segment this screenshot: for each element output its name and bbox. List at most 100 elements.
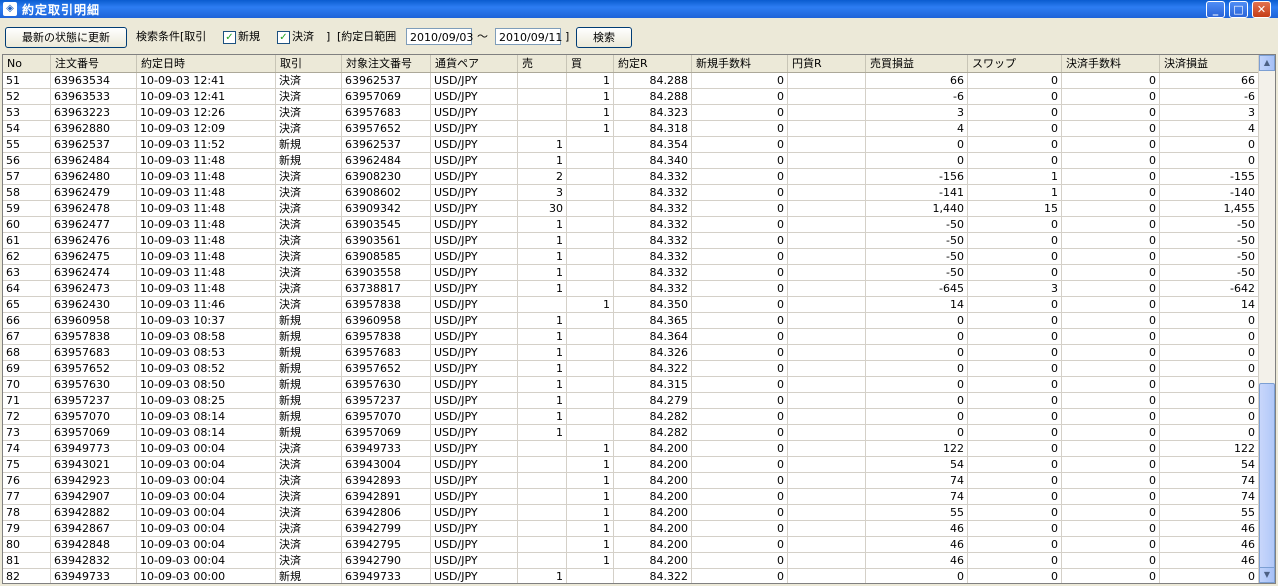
cell-col-trade-type: 決済 xyxy=(276,169,342,185)
trade-grid[interactable]: No 注文番号 約定日時 取引 対象注文番号 通貨ペア売買約定R 新規手数料 円貨R 売買損益ス… xyxy=(2,54,1276,584)
table-row[interactable]: 75 63943021 10-09-03 00:04 決済 63943004 USD/JP… xyxy=(3,457,1261,473)
table-row[interactable]: 63 63962474 10-09-03 11:48 決済 63903558 USD/JP… xyxy=(3,265,1261,281)
table-row[interactable]: 60 63962477 10-09-03 11:48 決済 63903545 USD/JP… xyxy=(3,217,1261,233)
cell-col-sell xyxy=(518,441,567,457)
date-to-input[interactable]: 2010/09/11 xyxy=(495,28,562,45)
cell-col-order-no: 63942923 xyxy=(51,473,137,489)
cell-col-order-no: 63962478 xyxy=(51,201,137,217)
cell-col-new-fee: 0 xyxy=(692,121,788,137)
cell-col-exec-rate: 84.282 xyxy=(614,409,692,425)
cell-col-exec-time: 10-09-03 08:53 xyxy=(137,345,276,361)
cell-col-trade-pl: 46 xyxy=(866,553,968,569)
table-row[interactable]: 59 63962478 10-09-03 11:48 決済 63909342 USD/JP… xyxy=(3,201,1261,217)
cell-col-new-fee: 0 xyxy=(692,137,788,153)
maximize-button[interactable]: □ xyxy=(1229,1,1248,18)
table-row[interactable]: 80 63942848 10-09-03 00:04 決済 63942795 USD/JP… xyxy=(3,537,1261,553)
header-col-yen-rate[interactable]: 円貨R xyxy=(788,55,866,72)
cell-col-settle-fee: 0 xyxy=(1062,233,1160,249)
arrow-up-icon: ▲ xyxy=(1263,58,1271,67)
table-row[interactable]: 77 63942907 10-09-03 00:04 決済 63942891 USD/JP… xyxy=(3,489,1261,505)
table-row[interactable]: 74 63949773 10-09-03 00:04 決済 63949733 USD/JP… xyxy=(3,441,1261,457)
table-row[interactable]: 82 63949733 10-09-03 00:00 新規 63949733 USD/JP… xyxy=(3,569,1261,583)
table-row[interactable]: 61 63962476 10-09-03 11:48 決済 63903561 USD/JP… xyxy=(3,233,1261,249)
table-row[interactable]: 73 63957069 10-09-03 08:14 新規 63957069 USD/JP… xyxy=(3,425,1261,441)
header-col-no[interactable]: No xyxy=(3,55,51,72)
cell-col-swap: 15 xyxy=(968,201,1062,217)
table-row[interactable]: 79 63942867 10-09-03 00:04 決済 63942799 USD/JP… xyxy=(3,521,1261,537)
cell-col-exec-rate: 84.323 xyxy=(614,105,692,121)
date-from-input[interactable]: 2010/09/03 xyxy=(406,28,473,45)
table-row[interactable]: 55 63962537 10-09-03 11:52 新規 63962537 USD/JP… xyxy=(3,137,1261,153)
cell-col-currency-pair: USD/JPY xyxy=(431,489,518,505)
table-row[interactable]: 78 63942882 10-09-03 00:04 決済 63942806 USD/JP… xyxy=(3,505,1261,521)
vertical-scrollbar[interactable]: ▲ ▼ xyxy=(1258,55,1275,583)
scroll-down-button[interactable]: ▼ xyxy=(1259,567,1275,583)
header-col-settle-pl[interactable]: 決済損益 xyxy=(1160,55,1259,72)
table-row[interactable]: 81 63942832 10-09-03 00:04 決済 63942790 USD/JP… xyxy=(3,553,1261,569)
header-col-trade-type[interactable]: 取引 xyxy=(276,55,342,72)
header-col-currency-pair[interactable]: 通貨ペア xyxy=(431,55,518,72)
table-row[interactable]: 64 63962473 10-09-03 11:48 決済 63738817 USD/JP… xyxy=(3,281,1261,297)
table-row[interactable]: 65 63962430 10-09-03 11:46 決済 63957838 USD/JP… xyxy=(3,297,1261,313)
table-row[interactable]: 68 63957683 10-09-03 08:53 新規 63957683 USD/JP… xyxy=(3,345,1261,361)
table-row[interactable]: 66 63960958 10-09-03 10:37 新規 63960958 USD/JP… xyxy=(3,313,1261,329)
cell-col-yen-rate xyxy=(788,569,866,583)
header-col-target-order[interactable]: 対象注文番号 xyxy=(342,55,431,72)
scroll-thumb[interactable] xyxy=(1259,383,1275,577)
table-row[interactable]: 52 63963533 10-09-03 12:41 決済 63957069 USD/JP… xyxy=(3,89,1261,105)
cell-col-trade-type: 決済 xyxy=(276,553,342,569)
table-row[interactable]: 67 63957838 10-09-03 08:58 新規 63957838 USD/JP… xyxy=(3,329,1261,345)
table-row[interactable]: 57 63962480 10-09-03 11:48 決済 63908230 USD/JP… xyxy=(3,169,1261,185)
table-row[interactable]: 72 63957070 10-09-03 08:14 新規 63957070 USD/JP… xyxy=(3,409,1261,425)
cell-col-trade-type: 決済 xyxy=(276,473,342,489)
header-col-exec-rate[interactable]: 約定R xyxy=(614,55,692,72)
new-checkbox[interactable]: ✓ xyxy=(223,31,236,44)
header-col-exec-time[interactable]: 約定日時 xyxy=(137,55,276,72)
header-col-settle-fee[interactable]: 決済手数料 xyxy=(1062,55,1160,72)
settle-checkbox-label[interactable]: 決済 xyxy=(292,27,314,46)
cell-col-new-fee: 0 xyxy=(692,553,788,569)
header-col-buy[interactable]: 買 xyxy=(567,55,614,72)
cell-col-swap: 0 xyxy=(968,393,1062,409)
cell-col-currency-pair: USD/JPY xyxy=(431,569,518,583)
close-button[interactable]: ✕ xyxy=(1252,1,1271,18)
scroll-up-button[interactable]: ▲ xyxy=(1259,55,1275,71)
cell-col-settle-fee: 0 xyxy=(1062,265,1160,281)
header-col-order-no[interactable]: 注文番号 xyxy=(51,55,137,72)
table-row[interactable]: 56 63962484 10-09-03 11:48 新規 63962484 USD/JP… xyxy=(3,153,1261,169)
cell-col-currency-pair: USD/JPY xyxy=(431,249,518,265)
table-row[interactable]: 58 63962479 10-09-03 11:48 決済 63908602 USD/JP… xyxy=(3,185,1261,201)
cell-col-settle-pl: 46 xyxy=(1160,553,1259,569)
minimize-button[interactable]: _ xyxy=(1206,1,1225,18)
header-col-trade-pl[interactable]: 売買損益 xyxy=(866,55,968,72)
table-row[interactable]: 69 63957652 10-09-03 08:52 新規 63957652 USD/JP… xyxy=(3,361,1261,377)
cell-col-settle-fee: 0 xyxy=(1062,473,1160,489)
cell-col-new-fee: 0 xyxy=(692,505,788,521)
cell-col-trade-pl: 1,440 xyxy=(866,201,968,217)
cell-col-settle-pl: -6 xyxy=(1160,89,1259,105)
cell-col-swap: 1 xyxy=(968,169,1062,185)
cell-col-trade-type: 新規 xyxy=(276,569,342,583)
cell-col-settle-fee: 0 xyxy=(1062,297,1160,313)
new-checkbox-label[interactable]: 新規 xyxy=(238,27,260,46)
cell-col-exec-rate: 84.354 xyxy=(614,137,692,153)
refresh-button[interactable]: 最新の状態に更新 xyxy=(5,27,127,48)
cell-col-yen-rate xyxy=(788,345,866,361)
table-row[interactable]: 53 63963223 10-09-03 12:26 決済 63957683 USD/JP… xyxy=(3,105,1261,121)
search-button[interactable]: 検索 xyxy=(576,27,632,48)
cell-col-swap: 0 xyxy=(968,345,1062,361)
table-row[interactable]: 76 63942923 10-09-03 00:04 決済 63942893 USD/JP… xyxy=(3,473,1261,489)
header-col-new-fee[interactable]: 新規手数料 xyxy=(692,55,788,72)
table-row[interactable]: 71 63957237 10-09-03 08:25 新規 63957237 USD/JP… xyxy=(3,393,1261,409)
table-row[interactable]: 54 63962880 10-09-03 12:09 決済 63957652 USD/JP… xyxy=(3,121,1261,137)
cell-col-trade-type: 決済 xyxy=(276,105,342,121)
table-row[interactable]: 51 63963534 10-09-03 12:41 決済 63962537 USD/JP… xyxy=(3,73,1261,89)
cell-col-trade-type: 決済 xyxy=(276,537,342,553)
header-col-swap[interactable]: スワップ xyxy=(968,55,1062,72)
cell-col-settle-fee: 0 xyxy=(1062,201,1160,217)
table-row[interactable]: 70 63957630 10-09-03 08:50 新規 63957630 USD/JP… xyxy=(3,377,1261,393)
header-col-sell[interactable]: 売 xyxy=(518,55,567,72)
cell-col-new-fee: 0 xyxy=(692,105,788,121)
settle-checkbox[interactable]: ✓ xyxy=(277,31,290,44)
table-row[interactable]: 62 63962475 10-09-03 11:48 決済 63908585 USD/JP… xyxy=(3,249,1261,265)
